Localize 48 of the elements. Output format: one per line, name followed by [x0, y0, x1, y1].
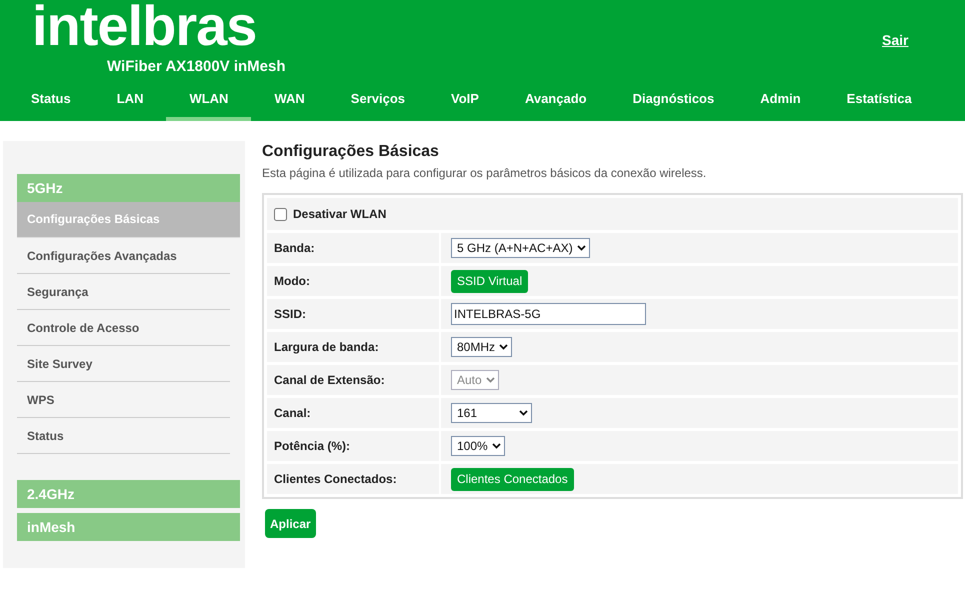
nav-tab[interactable]: Estatística — [824, 78, 935, 121]
field-label: Largura de banda: — [267, 332, 439, 362]
dropdown[interactable]: 100% — [451, 436, 505, 456]
chevron-down-icon — [492, 443, 501, 449]
field-label: Potência (%): — [267, 431, 439, 461]
logo: intelbras — [32, 0, 256, 58]
apply-button[interactable]: Aplicar — [265, 509, 316, 538]
chevron-down-icon — [519, 410, 528, 416]
nav-tab[interactable]: Avançado — [502, 78, 610, 121]
field-label: Modo: — [267, 266, 439, 296]
sidebar-group-header[interactable]: 5GHz — [17, 174, 240, 202]
chevron-down-icon — [499, 344, 508, 350]
nav-tab[interactable]: VoIP — [428, 78, 502, 121]
sidebar-item[interactable]: WPS — [17, 382, 230, 418]
sidebar-item[interactable]: Configurações Avançadas — [17, 238, 230, 274]
action-button[interactable]: SSID Virtual — [451, 270, 528, 292]
sidebar-item[interactable]: Segurança — [17, 274, 230, 310]
nav-tab[interactable]: WAN — [251, 78, 328, 121]
checkbox[interactable] — [274, 208, 287, 220]
field-label: SSID: — [267, 299, 439, 329]
nav-tab[interactable]: Status — [8, 78, 94, 121]
field-label: Canal de Extensão: — [267, 365, 439, 395]
checkbox-label: Desativar WLAN — [293, 206, 386, 223]
dropdown[interactable]: 161 — [451, 403, 532, 423]
chevron-down-icon — [576, 245, 586, 251]
field-label: Clientes Conectados: — [267, 464, 439, 494]
nav-tab[interactable]: Admin — [737, 78, 824, 121]
sidebar-item[interactable]: Configurações Básicas — [17, 202, 240, 238]
sidebar-item[interactable]: Site Survey — [17, 346, 230, 382]
sidebar-group-header[interactable]: 2.4GHz — [17, 480, 240, 508]
nav-tab[interactable]: Diagnósticos — [610, 78, 738, 121]
chevron-down-icon — [486, 377, 495, 383]
model-name: WiFiber AX1800V inMesh — [107, 57, 286, 77]
nav-tab[interactable]: LAN — [94, 78, 166, 121]
page-description: Esta página é utilizada para configurar os parâmetros básicos da conexão wireless. — [262, 165, 708, 182]
sidebar-item[interactable]: Controle de Acesso — [17, 310, 230, 346]
nav-tab[interactable]: Serviços — [328, 78, 428, 121]
logout-link[interactable]: Sair — [882, 30, 908, 51]
nav-tab[interactable]: WLAN — [166, 78, 252, 121]
page-title: Configurações Básicas — [262, 142, 440, 162]
field-label: Canal: — [267, 398, 439, 428]
sidebar-group-header[interactable]: inMesh — [17, 513, 240, 541]
action-button[interactable]: Clientes Conectados — [451, 468, 574, 490]
dropdown[interactable]: 5 GHz (A+N+AC+AX) — [451, 238, 590, 258]
dropdown[interactable]: 80MHz — [451, 337, 512, 357]
sidebar-item[interactable]: Status — [17, 418, 230, 454]
text-field[interactable]: INTELBRAS-5G — [451, 303, 646, 325]
field-label: Banda: — [267, 233, 439, 263]
